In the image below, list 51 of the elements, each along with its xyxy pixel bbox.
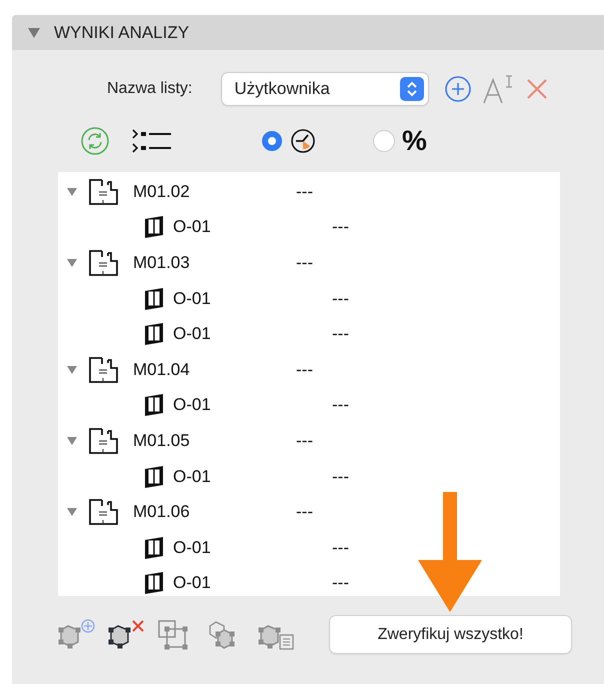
disclosure-triangle-icon[interactable] — [28, 28, 40, 38]
disclosure-triangle-icon[interactable] — [67, 508, 77, 516]
tree-item-value: --- — [332, 538, 349, 558]
tree-item-value: --- — [332, 573, 349, 594]
verify-all-button[interactable]: Zweryfikuj wszystko! — [330, 616, 571, 653]
tree-item-name[interactable]: O-01 — [173, 466, 253, 487]
disclosure-triangle-icon[interactable] — [67, 188, 77, 196]
tree-item-value: --- — [332, 395, 349, 416]
dropdown-stepper-icon — [400, 77, 424, 101]
list-icon[interactable] — [132, 129, 172, 153]
panel-title: WYNIKI ANALIZY — [54, 22, 190, 42]
panel-header[interactable]: WYNIKI ANALIZY — [12, 15, 604, 50]
tree-item-name[interactable]: O-01 — [173, 288, 253, 309]
window-icon — [143, 215, 165, 240]
window-icon — [143, 464, 165, 489]
refresh-icon[interactable] — [80, 126, 110, 156]
disclosure-triangle-icon[interactable] — [67, 436, 77, 445]
clock-icon — [290, 128, 316, 154]
tree-item-value: --- — [296, 252, 313, 273]
tree-item-value: --- — [296, 430, 313, 451]
tree-item-name[interactable]: M01.05 — [133, 430, 213, 451]
tree-item-name[interactable]: O-01 — [173, 538, 253, 558]
tree-item-name[interactable]: M01.06 — [133, 502, 213, 522]
tree-item-value: --- — [332, 324, 349, 344]
window-icon — [143, 393, 165, 418]
tree-item-name[interactable]: M01.04 — [133, 360, 213, 380]
remove-object-icon[interactable] — [106, 618, 146, 652]
list-name-label: Nazwa listy: — [107, 80, 192, 98]
tree-item-value: --- — [332, 217, 349, 238]
tree-item-value: --- — [296, 360, 313, 380]
tree-item-name[interactable]: O-01 — [173, 395, 253, 416]
percent-label: % — [402, 125, 427, 157]
tree-item-name[interactable]: O-01 — [173, 573, 253, 594]
add-icon[interactable] — [444, 75, 472, 103]
tree-item-value: --- — [296, 182, 313, 202]
disclosure-triangle-icon[interactable] — [67, 366, 77, 374]
window-icon — [143, 286, 165, 311]
radio-button[interactable] — [262, 131, 282, 151]
tree-item-value: --- — [332, 466, 349, 487]
list-name-dropdown[interactable]: Użytkownika — [222, 73, 428, 105]
tree-item-name[interactable]: O-01 — [173, 324, 253, 344]
window-icon — [143, 536, 165, 560]
tree-item-name[interactable]: M01.02 — [133, 182, 213, 202]
tree-item-value: --- — [332, 288, 349, 309]
window-icon — [143, 322, 165, 346]
tree-item-value: --- — [296, 502, 313, 522]
radio-button[interactable] — [374, 131, 394, 151]
tree-item-name[interactable]: M01.03 — [133, 252, 213, 273]
close-icon[interactable] — [526, 78, 548, 100]
disclosure-triangle-icon[interactable] — [67, 258, 77, 267]
tree-item-name[interactable]: O-01 — [173, 217, 253, 238]
